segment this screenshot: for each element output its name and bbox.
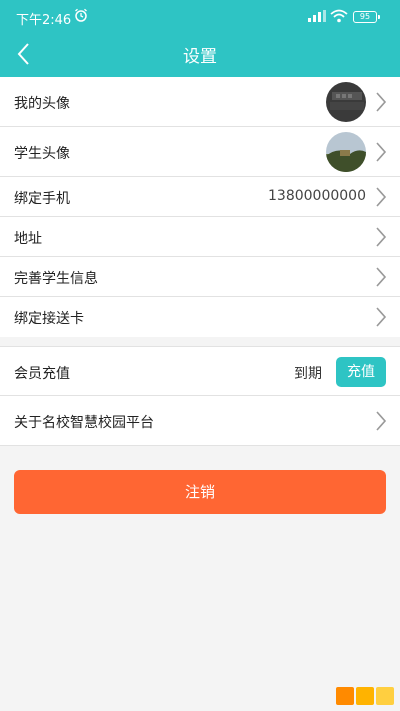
battery-level: 95: [359, 12, 371, 21]
chevron-right-icon: [376, 187, 387, 207]
status-time: 下午2:46: [16, 13, 72, 28]
chevron-right-icon: [376, 142, 387, 162]
chevron-right-icon: [376, 307, 387, 327]
settings-row-student-info[interactable]: 完善学生信息: [0, 257, 400, 297]
about-label: 关于名校智慧校园平台: [14, 415, 154, 431]
settings-row-about[interactable]: 关于名校智慧校园平台: [0, 396, 400, 446]
my-avatar-image[interactable]: [326, 82, 366, 122]
student-info-label: 完善学生信息: [14, 271, 98, 287]
settings-row-my-avatar[interactable]: 我的头像: [0, 77, 400, 127]
settings-row-student-avatar[interactable]: 学生头像: [0, 127, 400, 177]
battery-icon: 95: [353, 11, 380, 23]
recharge-button[interactable]: 充值: [336, 357, 386, 387]
chevron-right-icon: [376, 227, 387, 247]
my-avatar-label: 我的头像: [14, 96, 70, 112]
settings-row-bind-phone[interactable]: 绑定手机 13800000000: [0, 177, 400, 217]
settings-row-membership: 会员充值 到期 充值: [0, 346, 400, 396]
alarm-icon: [75, 8, 87, 22]
student-avatar-label: 学生头像: [14, 146, 70, 162]
chevron-right-icon: [376, 267, 387, 287]
settings-row-address[interactable]: 地址: [0, 217, 400, 257]
navbar: 设置: [0, 34, 400, 77]
watermark-logo: [336, 687, 394, 705]
signal-icon: [308, 10, 326, 22]
bind-card-label: 绑定接送卡: [14, 311, 84, 327]
expire-label: 到期: [294, 366, 322, 382]
bind-phone-label: 绑定手机: [14, 191, 70, 207]
status-bar: 下午2:46 95: [0, 0, 400, 34]
chevron-right-icon: [376, 92, 387, 112]
wifi-icon: [330, 9, 348, 23]
phone-value: 13800000000: [268, 188, 366, 204]
student-avatar-image[interactable]: [326, 132, 366, 172]
membership-label: 会员充值: [14, 366, 70, 382]
header-bar: 下午2:46 95 设置: [0, 0, 400, 77]
chevron-right-icon: [376, 411, 387, 431]
settings-row-bind-card[interactable]: 绑定接送卡: [0, 297, 400, 337]
address-label: 地址: [14, 231, 42, 247]
page-title: 设置: [183, 47, 217, 67]
logout-button[interactable]: 注销: [14, 470, 386, 514]
